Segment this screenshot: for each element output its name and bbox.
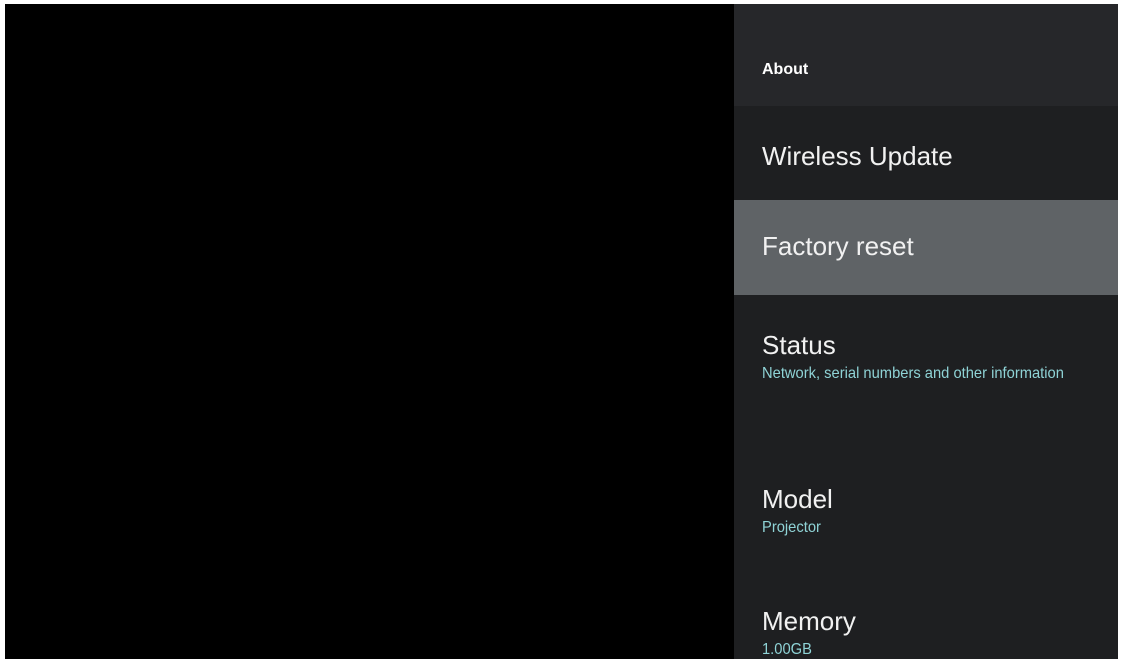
tv-screen: About Wireless Update Factory reset Stat… xyxy=(5,4,1118,659)
settings-side-panel: About Wireless Update Factory reset Stat… xyxy=(734,4,1118,659)
menu-item-memory[interactable]: Memory 1.00GB xyxy=(734,599,1118,659)
menu-item-title: Status xyxy=(762,330,836,360)
menu-item-title: Wireless Update xyxy=(762,141,953,171)
panel-title: About xyxy=(762,61,809,78)
menu-item-summary: Projector xyxy=(762,519,821,536)
menu-item-status[interactable]: Status Network, serial numbers and other… xyxy=(734,295,1118,475)
menu-item-summary: Network, serial numbers and other inform… xyxy=(762,365,1064,382)
menu-item-model[interactable]: Model Projector xyxy=(734,475,1118,599)
menu-item-wireless-update[interactable]: Wireless Update xyxy=(734,106,1118,200)
panel-header: About xyxy=(734,4,1118,106)
menu-item-title: Memory xyxy=(762,606,856,636)
background-content-area xyxy=(5,4,734,659)
menu-item-title: Model xyxy=(762,484,833,514)
menu-item-factory-reset[interactable]: Factory reset xyxy=(734,200,1118,295)
menu-item-summary: 1.00GB xyxy=(762,641,812,658)
menu-item-title: Factory reset xyxy=(762,231,914,261)
